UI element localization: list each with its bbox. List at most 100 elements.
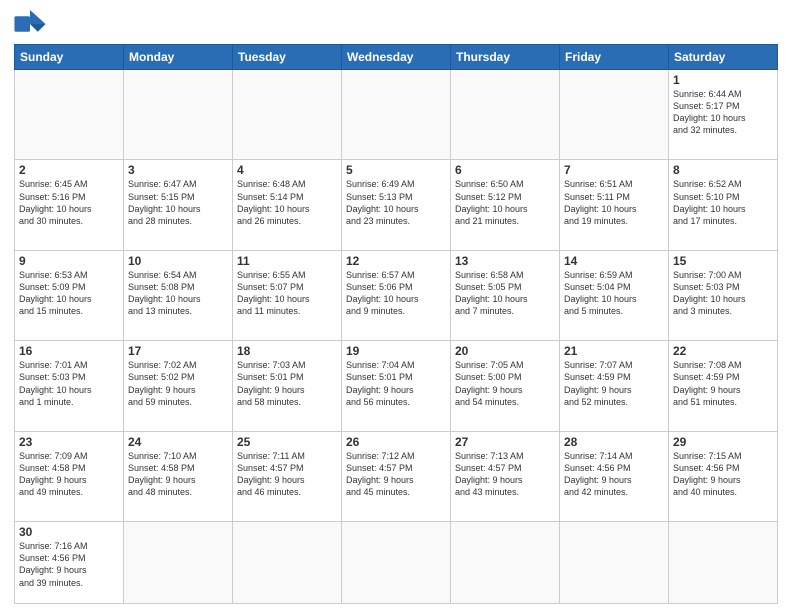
day-number: 6 [455, 163, 555, 177]
day-number: 19 [346, 344, 446, 358]
day-info: Sunrise: 7:04 AM Sunset: 5:01 PM Dayligh… [346, 359, 446, 408]
calendar-cell [124, 70, 233, 160]
calendar-cell: 22Sunrise: 7:08 AM Sunset: 4:59 PM Dayli… [669, 341, 778, 431]
calendar-cell: 25Sunrise: 7:11 AM Sunset: 4:57 PM Dayli… [233, 431, 342, 521]
calendar-cell [15, 70, 124, 160]
calendar-cell: 20Sunrise: 7:05 AM Sunset: 5:00 PM Dayli… [451, 341, 560, 431]
calendar-cell: 21Sunrise: 7:07 AM Sunset: 4:59 PM Dayli… [560, 341, 669, 431]
day-header-tuesday: Tuesday [233, 45, 342, 70]
day-header-saturday: Saturday [669, 45, 778, 70]
calendar-cell: 27Sunrise: 7:13 AM Sunset: 4:57 PM Dayli… [451, 431, 560, 521]
header [14, 10, 778, 38]
day-number: 29 [673, 435, 773, 449]
day-number: 2 [19, 163, 119, 177]
logo-icon [14, 10, 46, 38]
calendar-body: 1Sunrise: 6:44 AM Sunset: 5:17 PM Daylig… [15, 70, 778, 604]
day-info: Sunrise: 6:59 AM Sunset: 5:04 PM Dayligh… [564, 269, 664, 318]
calendar-cell [342, 522, 451, 604]
day-info: Sunrise: 6:57 AM Sunset: 5:06 PM Dayligh… [346, 269, 446, 318]
day-number: 26 [346, 435, 446, 449]
day-info: Sunrise: 6:45 AM Sunset: 5:16 PM Dayligh… [19, 178, 119, 227]
day-info: Sunrise: 7:12 AM Sunset: 4:57 PM Dayligh… [346, 450, 446, 499]
calendar-cell: 2Sunrise: 6:45 AM Sunset: 5:16 PM Daylig… [15, 160, 124, 250]
day-number: 11 [237, 254, 337, 268]
calendar-cell: 1Sunrise: 6:44 AM Sunset: 5:17 PM Daylig… [669, 70, 778, 160]
day-info: Sunrise: 7:00 AM Sunset: 5:03 PM Dayligh… [673, 269, 773, 318]
day-info: Sunrise: 6:47 AM Sunset: 5:15 PM Dayligh… [128, 178, 228, 227]
day-number: 7 [564, 163, 664, 177]
calendar-cell: 12Sunrise: 6:57 AM Sunset: 5:06 PM Dayli… [342, 250, 451, 340]
day-number: 1 [673, 73, 773, 87]
calendar-cell [124, 522, 233, 604]
day-header-thursday: Thursday [451, 45, 560, 70]
calendar-cell [233, 70, 342, 160]
page: SundayMondayTuesdayWednesdayThursdayFrid… [0, 0, 792, 612]
calendar-cell [233, 522, 342, 604]
calendar-cell: 30Sunrise: 7:16 AM Sunset: 4:56 PM Dayli… [15, 522, 124, 604]
day-number: 17 [128, 344, 228, 358]
day-number: 20 [455, 344, 555, 358]
week-row-6: 30Sunrise: 7:16 AM Sunset: 4:56 PM Dayli… [15, 522, 778, 604]
day-info: Sunrise: 6:49 AM Sunset: 5:13 PM Dayligh… [346, 178, 446, 227]
day-number: 8 [673, 163, 773, 177]
day-info: Sunrise: 7:13 AM Sunset: 4:57 PM Dayligh… [455, 450, 555, 499]
day-number: 5 [346, 163, 446, 177]
calendar-cell: 23Sunrise: 7:09 AM Sunset: 4:58 PM Dayli… [15, 431, 124, 521]
calendar-table: SundayMondayTuesdayWednesdayThursdayFrid… [14, 44, 778, 604]
day-info: Sunrise: 6:48 AM Sunset: 5:14 PM Dayligh… [237, 178, 337, 227]
calendar-cell: 3Sunrise: 6:47 AM Sunset: 5:15 PM Daylig… [124, 160, 233, 250]
week-row-1: 1Sunrise: 6:44 AM Sunset: 5:17 PM Daylig… [15, 70, 778, 160]
day-info: Sunrise: 7:05 AM Sunset: 5:00 PM Dayligh… [455, 359, 555, 408]
day-info: Sunrise: 7:14 AM Sunset: 4:56 PM Dayligh… [564, 450, 664, 499]
week-row-4: 16Sunrise: 7:01 AM Sunset: 5:03 PM Dayli… [15, 341, 778, 431]
calendar-cell [669, 522, 778, 604]
calendar-cell: 29Sunrise: 7:15 AM Sunset: 4:56 PM Dayli… [669, 431, 778, 521]
day-info: Sunrise: 6:53 AM Sunset: 5:09 PM Dayligh… [19, 269, 119, 318]
day-number: 24 [128, 435, 228, 449]
day-header-monday: Monday [124, 45, 233, 70]
day-number: 25 [237, 435, 337, 449]
day-number: 13 [455, 254, 555, 268]
week-row-3: 9Sunrise: 6:53 AM Sunset: 5:09 PM Daylig… [15, 250, 778, 340]
calendar-cell: 24Sunrise: 7:10 AM Sunset: 4:58 PM Dayli… [124, 431, 233, 521]
day-number: 21 [564, 344, 664, 358]
calendar-cell: 11Sunrise: 6:55 AM Sunset: 5:07 PM Dayli… [233, 250, 342, 340]
calendar-cell: 28Sunrise: 7:14 AM Sunset: 4:56 PM Dayli… [560, 431, 669, 521]
calendar-cell [342, 70, 451, 160]
day-number: 12 [346, 254, 446, 268]
calendar-cell [451, 522, 560, 604]
day-info: Sunrise: 6:52 AM Sunset: 5:10 PM Dayligh… [673, 178, 773, 227]
logo [14, 10, 50, 38]
day-header-sunday: Sunday [15, 45, 124, 70]
day-number: 9 [19, 254, 119, 268]
week-row-2: 2Sunrise: 6:45 AM Sunset: 5:16 PM Daylig… [15, 160, 778, 250]
day-number: 16 [19, 344, 119, 358]
day-number: 27 [455, 435, 555, 449]
calendar-cell: 16Sunrise: 7:01 AM Sunset: 5:03 PM Dayli… [15, 341, 124, 431]
day-info: Sunrise: 7:09 AM Sunset: 4:58 PM Dayligh… [19, 450, 119, 499]
days-row: SundayMondayTuesdayWednesdayThursdayFrid… [15, 45, 778, 70]
calendar-cell [560, 70, 669, 160]
calendar-cell: 4Sunrise: 6:48 AM Sunset: 5:14 PM Daylig… [233, 160, 342, 250]
calendar-cell: 15Sunrise: 7:00 AM Sunset: 5:03 PM Dayli… [669, 250, 778, 340]
calendar-cell: 13Sunrise: 6:58 AM Sunset: 5:05 PM Dayli… [451, 250, 560, 340]
day-info: Sunrise: 6:58 AM Sunset: 5:05 PM Dayligh… [455, 269, 555, 318]
calendar-cell: 8Sunrise: 6:52 AM Sunset: 5:10 PM Daylig… [669, 160, 778, 250]
day-number: 28 [564, 435, 664, 449]
calendar-cell: 7Sunrise: 6:51 AM Sunset: 5:11 PM Daylig… [560, 160, 669, 250]
day-info: Sunrise: 7:02 AM Sunset: 5:02 PM Dayligh… [128, 359, 228, 408]
day-info: Sunrise: 7:16 AM Sunset: 4:56 PM Dayligh… [19, 540, 119, 589]
calendar-cell: 17Sunrise: 7:02 AM Sunset: 5:02 PM Dayli… [124, 341, 233, 431]
day-header-wednesday: Wednesday [342, 45, 451, 70]
day-header-friday: Friday [560, 45, 669, 70]
day-number: 23 [19, 435, 119, 449]
calendar-cell: 18Sunrise: 7:03 AM Sunset: 5:01 PM Dayli… [233, 341, 342, 431]
calendar-cell: 10Sunrise: 6:54 AM Sunset: 5:08 PM Dayli… [124, 250, 233, 340]
calendar-cell: 6Sunrise: 6:50 AM Sunset: 5:12 PM Daylig… [451, 160, 560, 250]
calendar-cell: 5Sunrise: 6:49 AM Sunset: 5:13 PM Daylig… [342, 160, 451, 250]
day-number: 14 [564, 254, 664, 268]
day-number: 18 [237, 344, 337, 358]
calendar-cell: 9Sunrise: 6:53 AM Sunset: 5:09 PM Daylig… [15, 250, 124, 340]
day-info: Sunrise: 7:07 AM Sunset: 4:59 PM Dayligh… [564, 359, 664, 408]
day-info: Sunrise: 6:51 AM Sunset: 5:11 PM Dayligh… [564, 178, 664, 227]
